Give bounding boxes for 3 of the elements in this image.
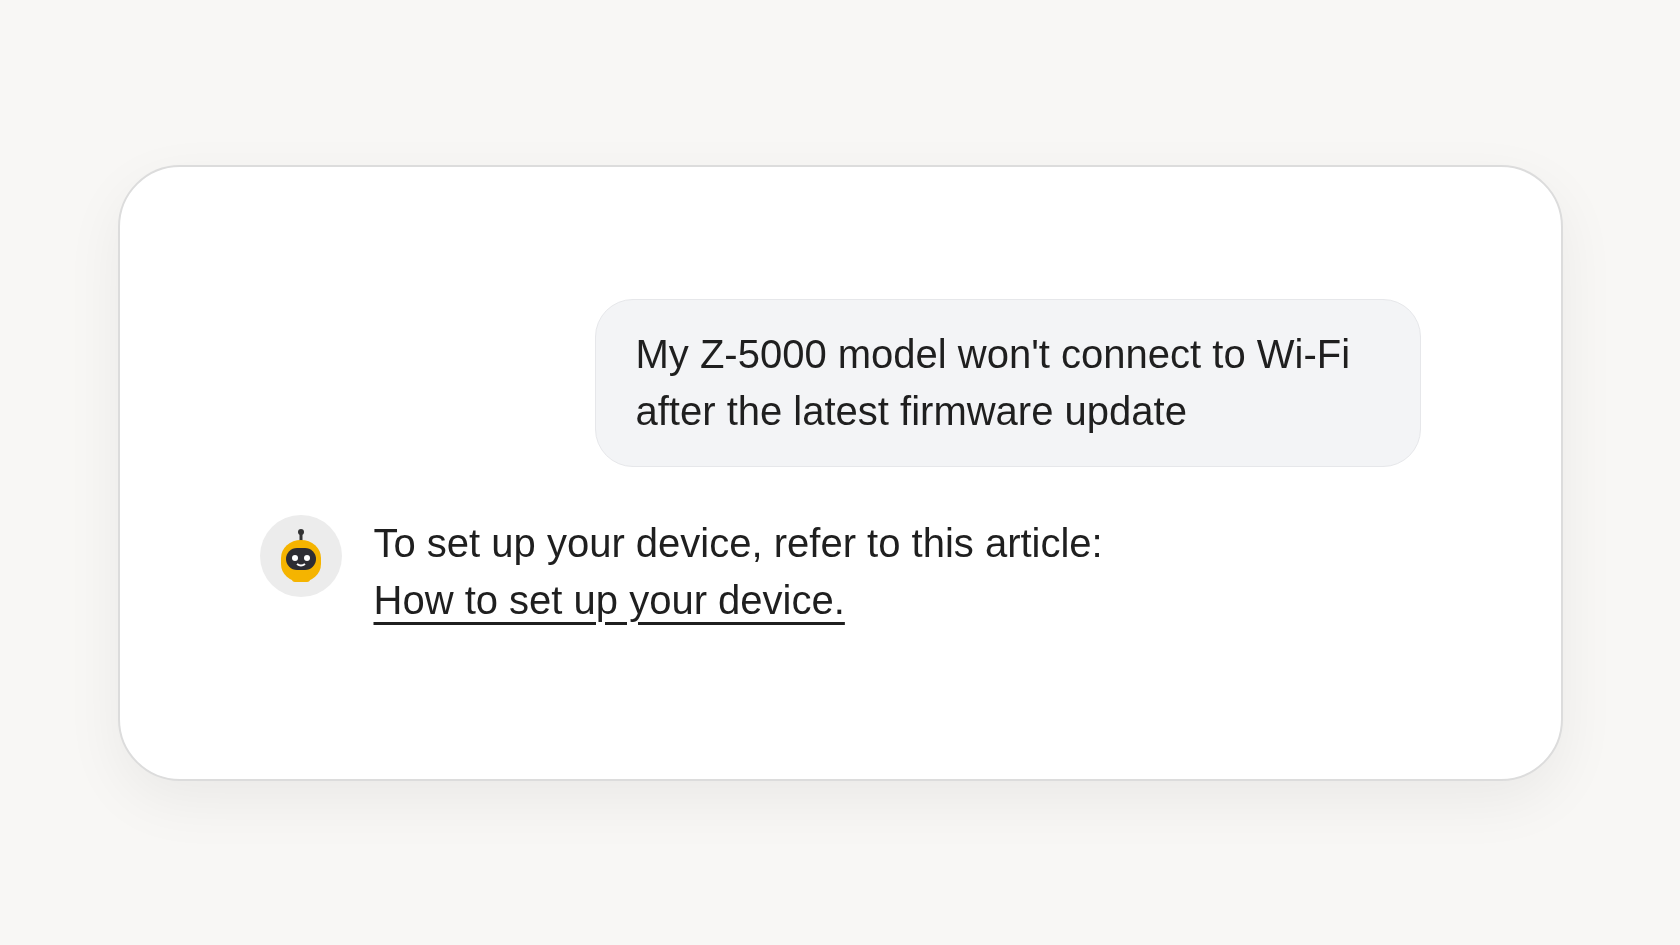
article-link[interactable]: How to set up your device. (373, 577, 845, 622)
bot-message: To set up your device, refer to this article: How to set up your device. (373, 519, 1103, 624)
user-message: My Z-5000 model won't connect to Wi-Fi after the latest firmware update (594, 298, 1421, 467)
